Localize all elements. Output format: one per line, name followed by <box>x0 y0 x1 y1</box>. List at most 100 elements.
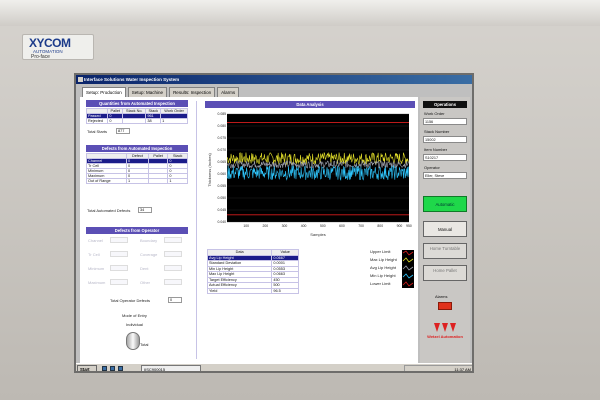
vertical-divider <box>196 101 197 359</box>
op-defect-channel-input[interactable] <box>110 237 128 243</box>
mode-total-label: Total <box>140 342 149 347</box>
table-row[interactable]: Out of Range 1 1 <box>85 178 188 184</box>
chart-title: Data Analysis <box>205 101 415 108</box>
home-turntable-button[interactable]: Home Turntable <box>423 243 467 259</box>
y-tick-labels: 0.085 0.080 0.075 0.070 0.065 0.060 0.055 0.050… <box>218 112 227 224</box>
x-tick-labels: 100 200 300 400 500 600 700 800 900 950 <box>243 224 412 228</box>
op-defect-minimum-input[interactable] <box>110 265 128 271</box>
taskbar: Start IISC900015 11:37 AM <box>76 363 472 371</box>
item-number-field[interactable]: S10217 <box>423 154 467 161</box>
operator-field[interactable]: Eller, Steve <box>423 172 467 179</box>
brand-main: XYCOM <box>29 36 71 50</box>
op-defect-boundary-input[interactable] <box>164 237 182 243</box>
y-axis-label: Thickness (Inches) <box>207 153 212 187</box>
cell: 1 <box>126 178 149 184</box>
app-icon <box>78 77 83 82</box>
op-defect-dent-input[interactable] <box>164 265 182 271</box>
system-tray: 11:37 AM <box>404 365 472 371</box>
legend-swatch-max <box>402 257 414 263</box>
stack-number-field[interactable]: 15002 <box>423 136 467 143</box>
defects-auto-table: Defect Pallet Stack Channel 0 0 Tr Cell … <box>85 153 188 184</box>
monitor-bezel: XYCOM AUTOMATION Pro-face Interface Solu… <box>0 0 600 400</box>
y-tick-label: 0.060 <box>218 172 227 176</box>
tab-alarms[interactable]: Alarms <box>217 87 240 97</box>
cell: Out of Range <box>85 178 128 184</box>
op-defect-coverage-input[interactable] <box>164 251 182 257</box>
legend-swatch-lower <box>402 281 414 287</box>
op-defect-other-input[interactable] <box>164 279 182 285</box>
wetzel-logo-icon <box>434 323 456 332</box>
automatic-button[interactable]: Automatic <box>423 196 467 212</box>
tab-setup-machine[interactable]: Setup: Machine <box>127 87 168 97</box>
taskbar-item[interactable]: IISC900015 <box>141 365 201 371</box>
data-readout-table: Data Value Avg Lip Height 0.0667 Standar… <box>206 249 299 294</box>
legend-min-lip: Min Lip Height <box>370 273 396 278</box>
work-order-field[interactable]: 1156 <box>423 118 467 125</box>
total-starts-label: Total Starts <box>87 129 108 134</box>
quicklaunch-explorer-icon[interactable] <box>118 366 123 371</box>
table-row[interactable]: Yield 96.5 <box>206 287 299 294</box>
alarm-indicator-icon[interactable] <box>438 302 452 310</box>
operations-panel: Operations Work Order 1156 Stack Number … <box>420 97 470 363</box>
screen: Interface Solutions Water Inspection Sys… <box>74 73 474 373</box>
defects-auto-title: Defects from Automated Inspection <box>86 145 188 152</box>
home-pallet-button[interactable]: Home Pallet <box>423 265 467 281</box>
quicklaunch-desktop-icon[interactable] <box>102 366 107 371</box>
legend-avg-lip: Avg Lip Height <box>370 265 396 270</box>
op-defect-minimum: Minimum <box>88 266 105 271</box>
window-title: Interface Solutions Water Inspection Sys… <box>84 77 180 82</box>
mode-of-entry-label: Mode of Entry <box>122 313 147 318</box>
main-content: Quantities from Automated Inspection Pal… <box>80 97 418 363</box>
qcol-2: Stack No. <box>122 108 147 114</box>
x-tick-label: 950 <box>406 224 412 228</box>
item-number-label: Item Number <box>424 147 448 152</box>
quicklaunch-browser-icon[interactable] <box>110 366 115 371</box>
window-titlebar: Interface Solutions Water Inspection Sys… <box>76 75 472 84</box>
brand-proface: Pro-face <box>31 54 50 60</box>
stack-number-label: Stack Number <box>424 129 450 134</box>
y-tick-label: 0.045 <box>218 208 227 212</box>
cell: 96.5 <box>271 287 299 294</box>
x-tick-label: 800 <box>377 224 383 228</box>
tab-results-inspection[interactable]: Results: Inspection <box>169 87 216 97</box>
y-tick-label: 0.085 <box>218 112 227 116</box>
legend-swatch-panel <box>402 250 414 288</box>
plot-area <box>227 114 409 222</box>
legend-upper-limit: Upper Limit <box>370 249 391 254</box>
op-defect-coverage: Coverage <box>140 252 158 257</box>
op-defect-trcell-input[interactable] <box>110 251 128 257</box>
mode-toggle-switch[interactable] <box>126 332 140 350</box>
quantities-table: Pallet Stack No. Stack Work Order Passed… <box>85 108 188 124</box>
total-operator-defects-value: 0 <box>168 297 182 303</box>
manual-button[interactable]: Manual <box>423 221 467 237</box>
brand-logo: XYCOM AUTOMATION Pro-face <box>22 34 94 60</box>
total-starts-value: 877 <box>116 128 130 134</box>
y-tick-label: 0.075 <box>218 136 227 140</box>
cell: 1 <box>160 118 188 124</box>
work-order-label: Work Order <box>424 111 445 116</box>
cell: 0 <box>107 118 124 124</box>
thickness-chart: 0.085 0.080 0.075 0.070 0.065 0.060 0.055 0.050… <box>205 108 415 244</box>
op-defect-maximum-input[interactable] <box>110 279 128 285</box>
cell: 1 <box>167 178 188 184</box>
start-button[interactable]: Start <box>77 365 97 371</box>
operations-title: Operations <box>423 101 467 108</box>
y-tick-label: 0.070 <box>218 148 227 152</box>
legend-lower-limit: Lower Limit <box>370 281 391 286</box>
table-row: Rejected 0 38 1 <box>85 118 188 124</box>
legend-swatch-avg <box>402 265 414 271</box>
bezel-top <box>0 0 600 26</box>
cell <box>147 178 169 184</box>
cell: Rejected <box>85 118 109 124</box>
legend-max-lip: Max Lip Height <box>370 257 397 262</box>
chart-legend: Upper Limit Max Lip Height Avg Lip Heigh… <box>370 249 414 291</box>
tab-strip: Setup: Production Setup: Machine Results… <box>82 87 240 97</box>
y-tick-label: 0.080 <box>218 124 227 128</box>
cell <box>122 118 147 124</box>
op-defect-dent: Dent <box>140 266 149 271</box>
legend-swatch-upper <box>402 250 414 256</box>
tab-setup-production[interactable]: Setup: Production <box>82 87 126 97</box>
quantities-title: Quantities from Automated Inspection <box>86 100 188 107</box>
total-auto-defects-value: 34 <box>138 207 152 213</box>
op-defect-boundary: Boundary <box>140 238 158 243</box>
